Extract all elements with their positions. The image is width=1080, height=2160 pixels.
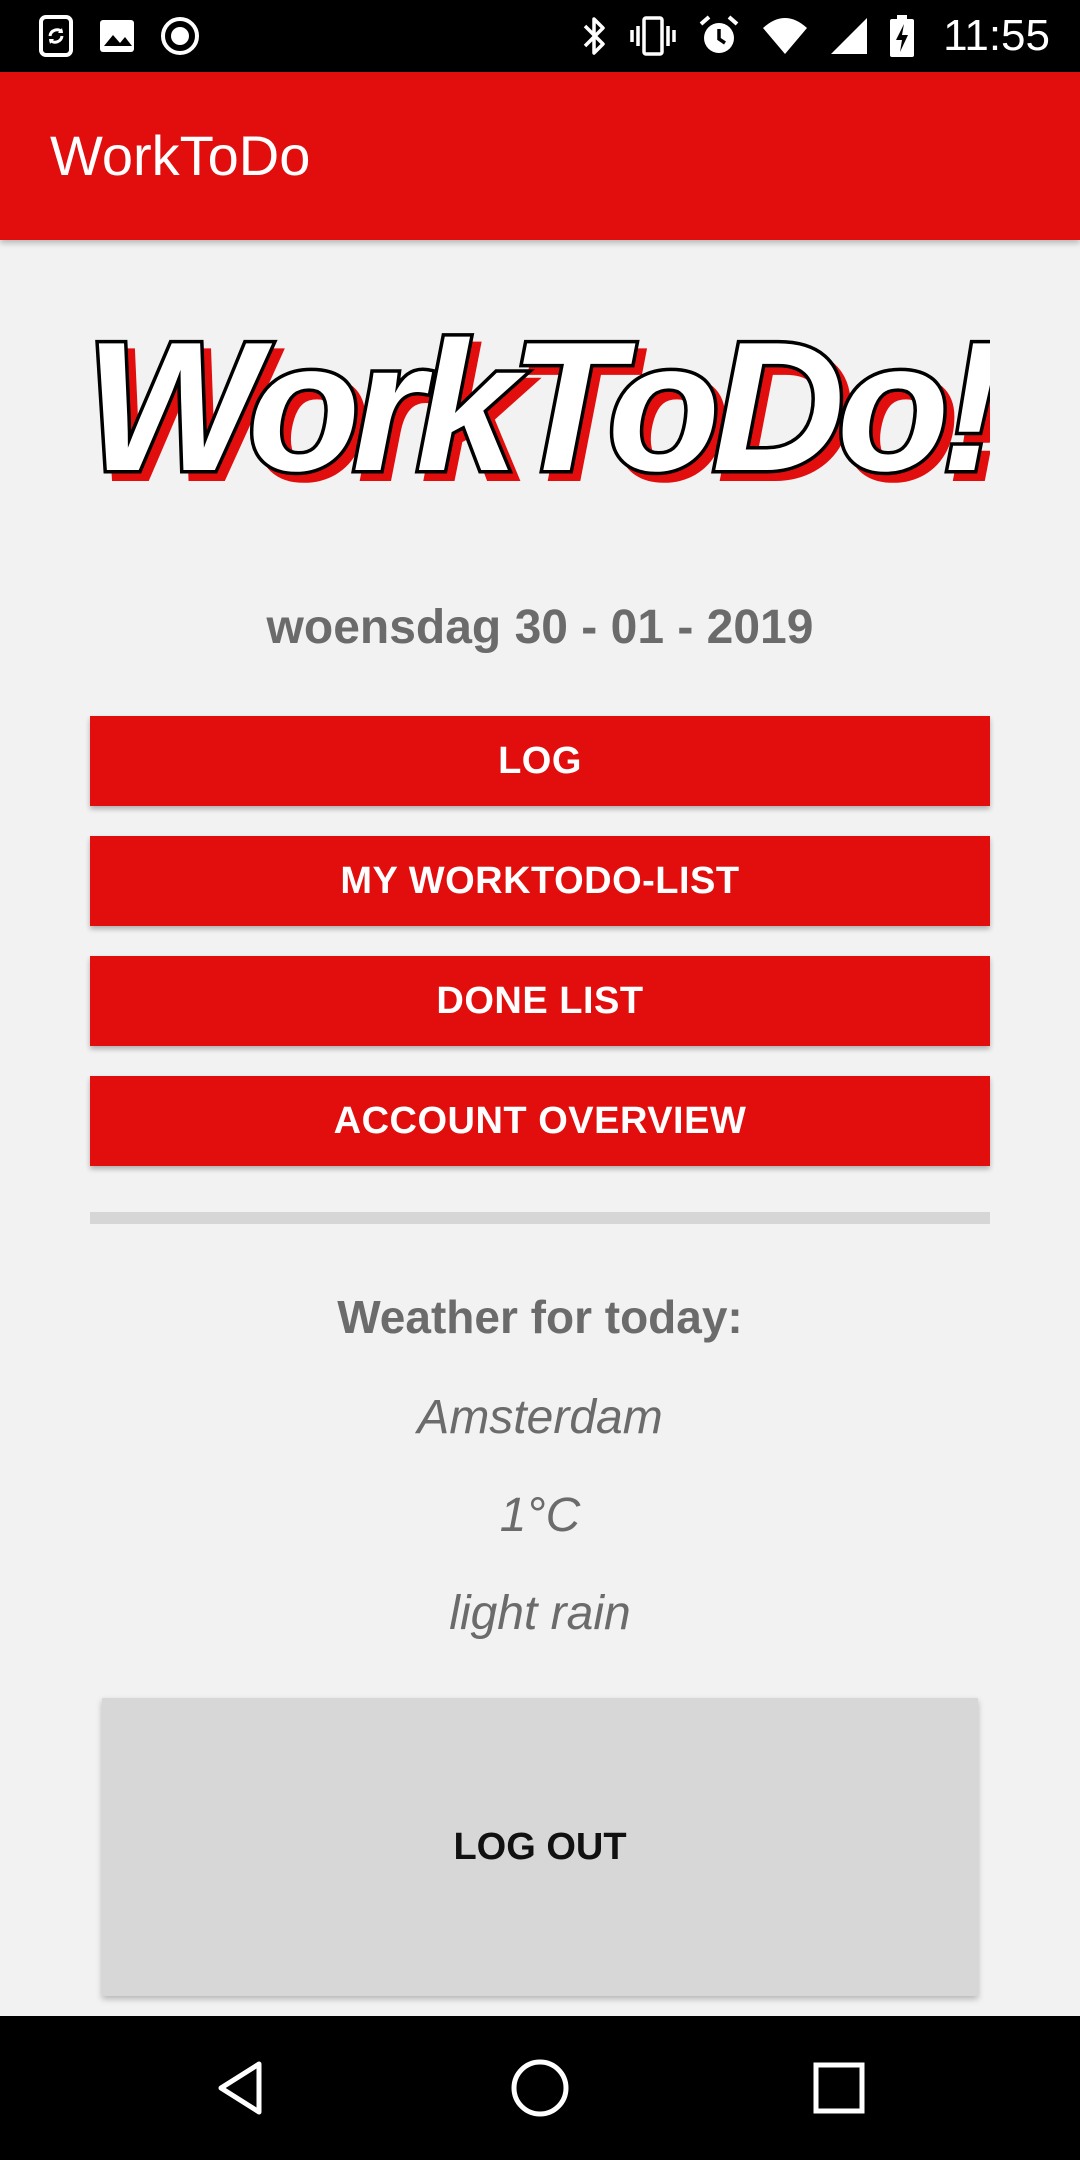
screen-rotation-icon [38, 14, 74, 58]
worktodo-logo: WorkToDo! WorkToDo! [82, 300, 1019, 521]
home-icon[interactable] [504, 2052, 576, 2124]
account-overview-button[interactable]: ACCOUNT OVERVIEW [90, 1076, 990, 1166]
weather-city: Amsterdam [417, 1391, 663, 1444]
worktodo-list-button[interactable]: MY WORKTODO-LIST [90, 836, 990, 926]
divider [90, 1212, 990, 1224]
record-icon [160, 16, 200, 56]
back-icon[interactable] [205, 2052, 277, 2124]
weather-temperature: 1°C [499, 1489, 581, 1542]
navigation-bar [0, 2016, 1080, 2160]
logo-text: WorkToDo! [90, 320, 990, 500]
image-icon [98, 18, 136, 54]
weather-title: Weather for today: [337, 1291, 743, 1343]
app-bar: WorkToDo [0, 72, 1080, 240]
app-title: WorkToDo [50, 124, 311, 187]
clock-time: 11:55 [943, 11, 1050, 60]
alarm-icon [697, 14, 741, 58]
done-list-button[interactable]: DONE LIST [90, 956, 990, 1046]
vibrate-icon [629, 14, 677, 58]
status-bar: 11:55 [0, 0, 1080, 72]
log-button[interactable]: LOG [90, 716, 990, 806]
wifi-icon [761, 16, 809, 56]
recents-icon[interactable] [803, 2052, 875, 2124]
bluetooth-icon [579, 14, 609, 58]
signal-icon [829, 16, 869, 56]
weather-description: light rain [449, 1587, 631, 1640]
battery-charging-icon [889, 14, 915, 58]
current-date: woensdag 30 - 01 - 2019 [266, 601, 814, 654]
logout-button[interactable]: LOG OUT [102, 1698, 978, 1996]
